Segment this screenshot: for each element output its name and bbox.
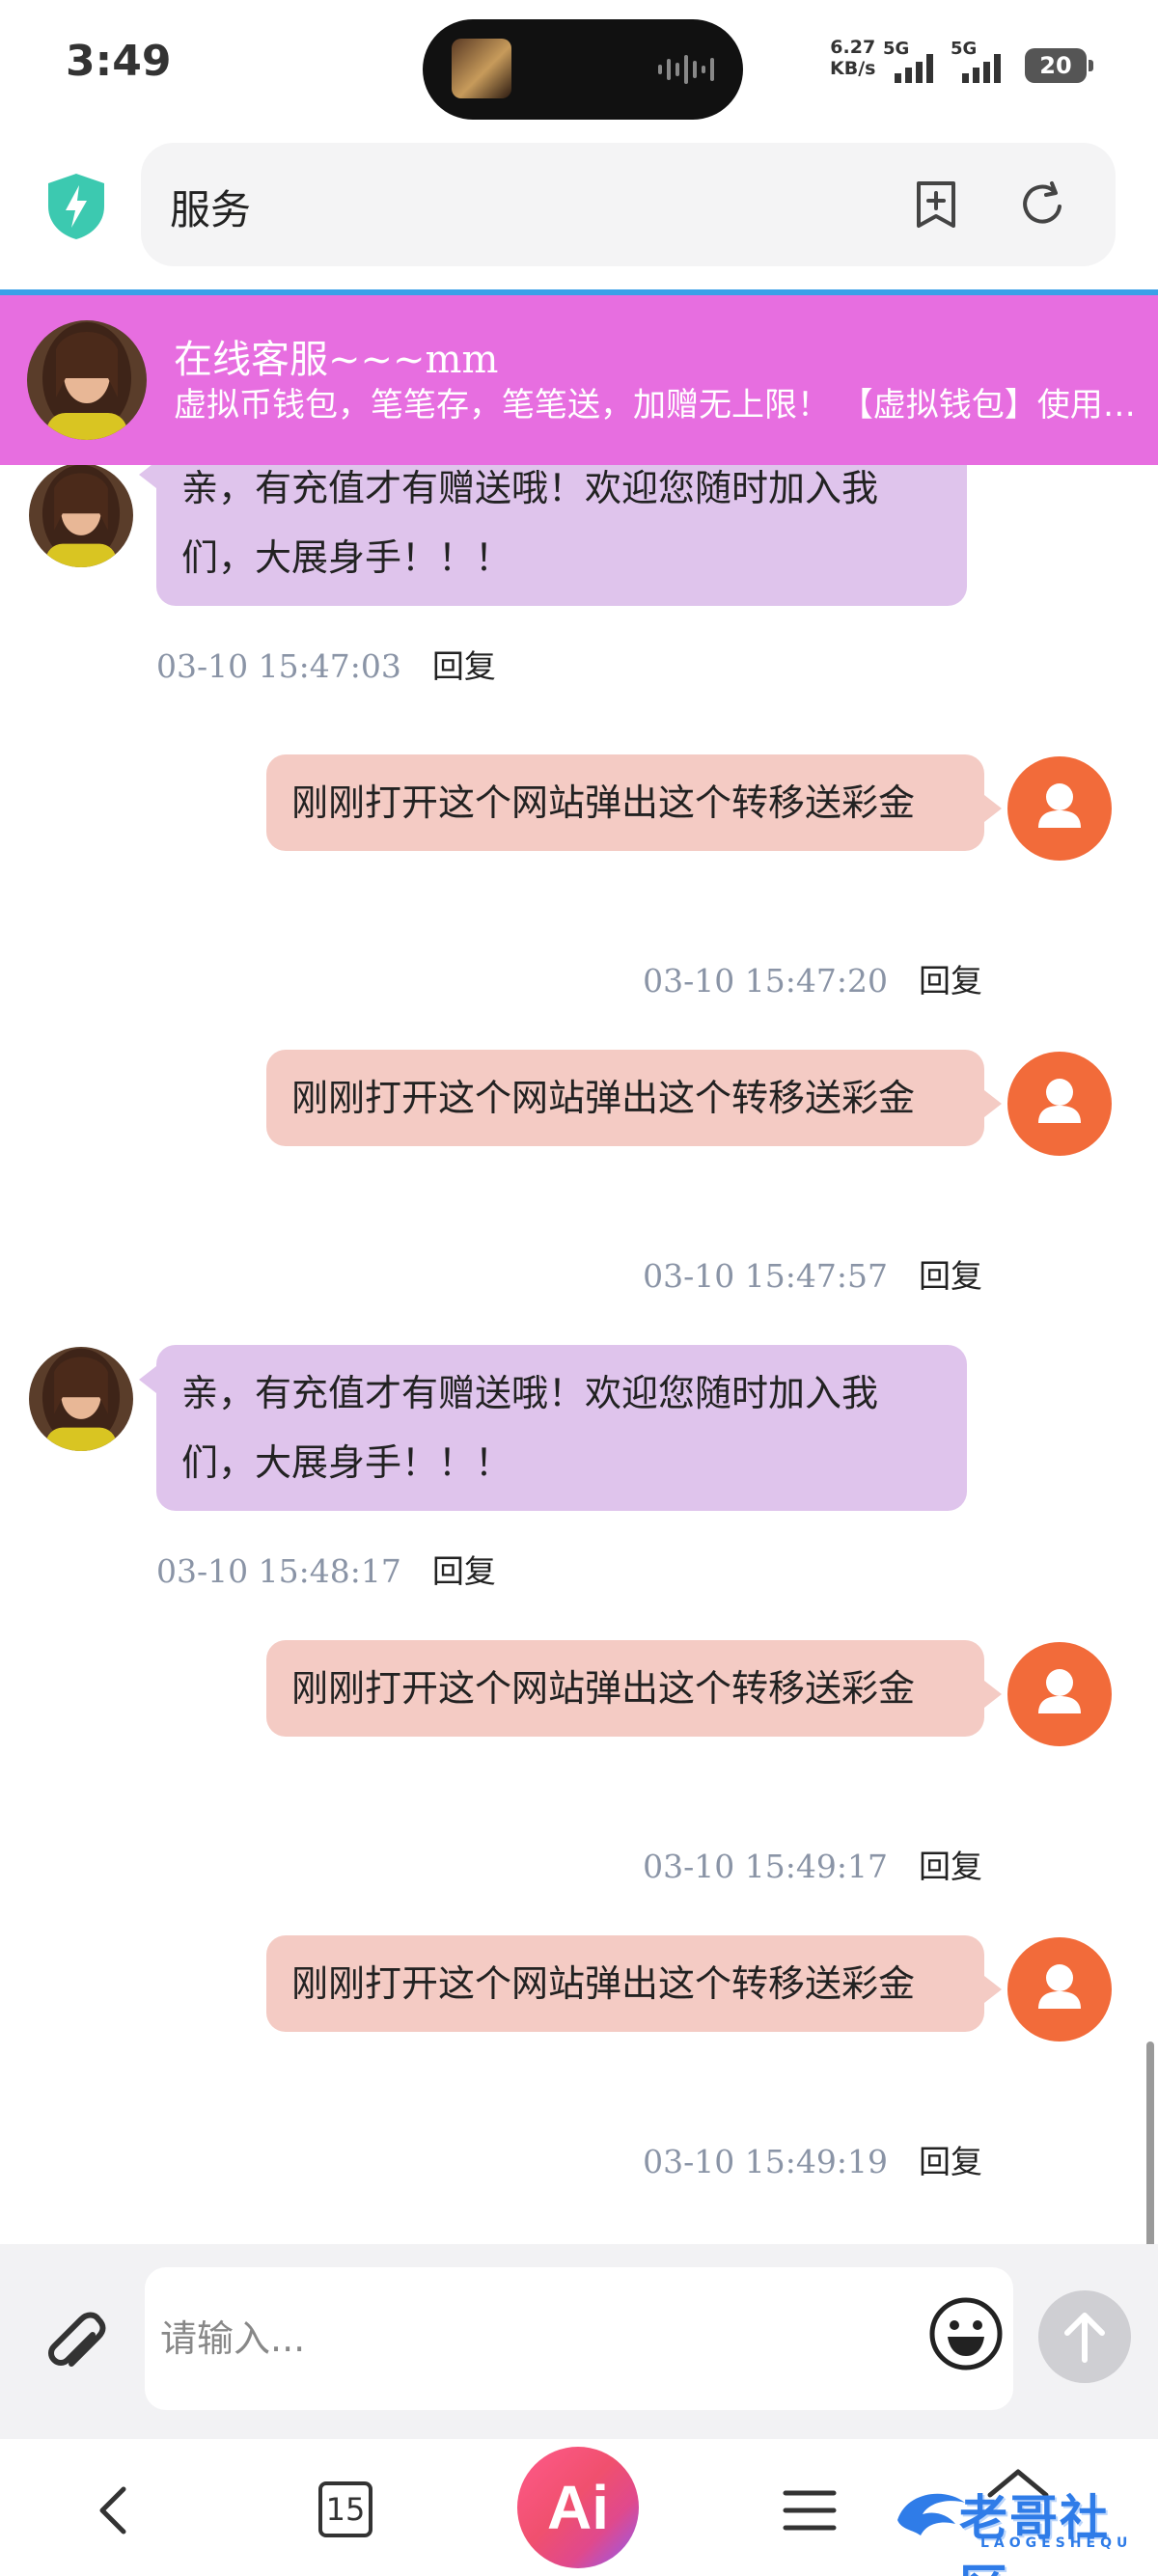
ai-assistant-button[interactable]: Ai [517, 2447, 639, 2568]
tabs-button[interactable]: 15 [318, 2481, 372, 2537]
reply-link[interactable]: 回复 [919, 1841, 982, 1887]
back-icon[interactable] [87, 2481, 141, 2539]
message-bubble[interactable]: 刚刚打开这个网站弹出这个转移送彩金 [266, 1640, 1002, 1737]
message-timestamp: 03-10 15:49:17 [643, 1848, 888, 1885]
chat-title: 在线客服~~~mm [174, 338, 499, 382]
message-input-bar [0, 2244, 1158, 2439]
battery-icon: 20 [1025, 48, 1087, 83]
user-avatar[interactable] [1007, 756, 1112, 861]
message-timestamp: 03-10 15:47:03 [156, 647, 401, 685]
user-avatar[interactable] [1007, 1642, 1112, 1746]
logo-text: 老哥社区 [959, 2490, 1110, 2576]
message-timestamp: 03-10 15:48:17 [156, 1552, 401, 1590]
message-timestamp: 03-10 15:47:20 [643, 962, 888, 1000]
message-meta: 03-10 15:47:57 回复 [643, 1250, 982, 1297]
message-meta: 03-10 15:48:17 回复 [156, 1546, 496, 1592]
message-meta: 03-10 15:47:20 回复 [643, 955, 982, 1001]
signal-icon-sim2: 5G [951, 39, 1008, 83]
watermark-logo: 老哥社区 LAOGESHEQU [888, 2462, 1148, 2576]
menu-icon[interactable] [782, 2483, 838, 2537]
signal-icon-sim1: 5G [883, 39, 941, 83]
emoji-icon[interactable] [926, 2294, 1006, 2373]
bookmark-add-icon[interactable] [909, 178, 963, 232]
agent-avatar[interactable] [29, 1347, 133, 1451]
message-timestamp: 03-10 15:49:19 [643, 2143, 888, 2180]
agent-avatar[interactable] [27, 320, 147, 440]
address-bar-text[interactable]: 服务 [170, 178, 251, 236]
user-icon [1038, 1669, 1081, 1713]
reload-icon[interactable] [1015, 178, 1069, 232]
message-bubble[interactable]: 刚刚打开这个网站弹出这个转移送彩金 [266, 1050, 1002, 1146]
message-bubble[interactable]: 亲，有充值才有赠送哦！欢迎您随时加入我们，大展身手！！！ [139, 465, 967, 606]
network-speed-value: 6.27 [830, 37, 876, 58]
send-button[interactable] [1038, 2290, 1131, 2383]
message-input[interactable] [145, 2267, 1013, 2410]
status-time: 3:49 [66, 37, 172, 86]
audio-wave-icon [658, 54, 714, 85]
address-bar[interactable]: 服务 [141, 143, 1116, 266]
paperclip-icon[interactable] [35, 2298, 112, 2375]
network-speed: 6.27 KB/s [830, 37, 875, 79]
reply-link[interactable]: 回复 [432, 641, 496, 687]
reply-link[interactable]: 回复 [919, 2136, 982, 2182]
reply-link[interactable]: 回复 [432, 1546, 496, 1592]
reply-link[interactable]: 回复 [919, 955, 982, 1001]
shield-bolt-icon[interactable] [44, 172, 108, 241]
user-icon [1038, 783, 1081, 828]
message-bubble[interactable]: 刚刚打开这个网站弹出这个转移送彩金 [266, 1935, 1002, 2032]
status-bar: 3:49 6.27 KB/s 5G 5G 20 [0, 0, 1158, 131]
message-bubble[interactable]: 刚刚打开这个网站弹出这个转移送彩金 [266, 754, 1002, 851]
battery-tip [1089, 60, 1093, 71]
message-meta: 03-10 15:49:17 回复 [643, 1841, 982, 1887]
message-list[interactable]: 亲，有充值才有赠送哦！欢迎您随时加入我们，大展身手！！！ 03-10 15:47… [0, 465, 1158, 2244]
message-bubble[interactable]: 亲，有充值才有赠送哦！欢迎您随时加入我们，大展身手！！！ [139, 1345, 967, 1511]
reply-link[interactable]: 回复 [919, 1250, 982, 1297]
arrow-up-icon [1064, 2313, 1105, 2363]
now-playing-artwork [452, 39, 511, 98]
browser-toolbar: 服务 [0, 131, 1158, 293]
user-icon [1038, 1964, 1081, 2009]
message-meta: 03-10 15:49:19 回复 [643, 2136, 982, 2182]
network-speed-unit: KB/s [830, 58, 876, 79]
logo-subtext: LAOGESHEQU [980, 2535, 1133, 2551]
agent-avatar[interactable] [29, 465, 133, 567]
dynamic-island[interactable] [423, 19, 743, 120]
chat-header: 在线客服~~~mm 虚拟币钱包，笔笔存，笔笔送，加赠无上限！ 【虚拟钱包】使用教… [0, 295, 1158, 465]
user-avatar[interactable] [1007, 1052, 1112, 1156]
user-avatar[interactable] [1007, 1937, 1112, 2042]
message-meta: 03-10 15:47:03 回复 [156, 641, 496, 687]
chat-subtitle: 虚拟币钱包，笔笔存，笔笔送，加赠无上限！ 【虚拟钱包】使用教程 [174, 386, 1148, 425]
message-timestamp: 03-10 15:47:57 [643, 1257, 888, 1295]
scrollbar-thumb[interactable] [1146, 2042, 1154, 2248]
bottom-nav: 15 Ai 老哥社区 LAOGESHEQU [0, 2439, 1158, 2576]
user-icon [1038, 1079, 1081, 1123]
